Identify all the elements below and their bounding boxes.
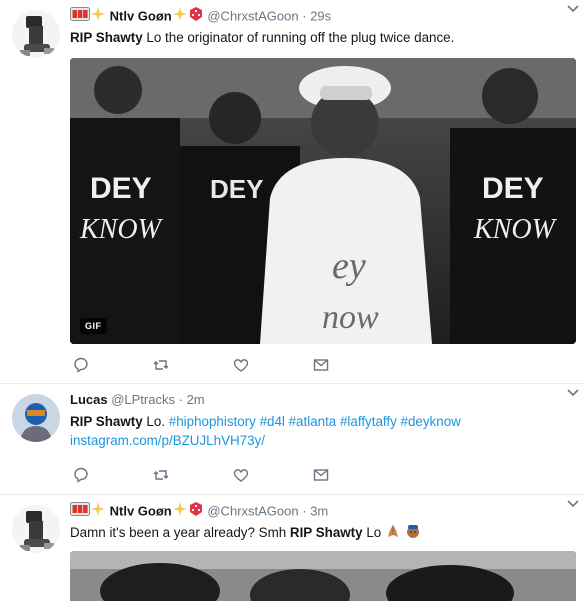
bold-text: RIP Shawty bbox=[70, 414, 143, 429]
tweet-content: Lucas @LPtracks · 2m RIP Shawty Lo. #hip… bbox=[70, 390, 574, 450]
like-icon[interactable] bbox=[232, 466, 252, 486]
tweet-content: Ntlv Goøn @ChrxstAGoon · 29s RIP Shawty … bbox=[70, 6, 574, 47]
shirt-text: DEY bbox=[90, 172, 152, 205]
man-face-emoji-icon bbox=[405, 523, 421, 544]
chevron-down-icon[interactable] bbox=[566, 4, 580, 14]
tweet-header: Ntlv Goøn @ChrxstAGoon · 29s bbox=[70, 6, 574, 26]
tweet-text: RIP Shawty Lo. #hiphophistory #d4l #atla… bbox=[70, 412, 574, 450]
bold-text: RIP Shawty bbox=[289, 525, 363, 541]
shirt-text: KNOW bbox=[473, 214, 558, 245]
shirt-text: DEY bbox=[482, 172, 544, 205]
separator: · bbox=[302, 8, 307, 24]
text-body: Lo the originator of running off the plu… bbox=[142, 30, 455, 45]
dice-emoji-icon bbox=[188, 501, 204, 523]
chevron-down-icon[interactable] bbox=[566, 388, 580, 398]
tweet-actions bbox=[70, 356, 370, 376]
reply-icon[interactable] bbox=[72, 356, 92, 376]
dice-emoji-icon bbox=[188, 6, 204, 28]
gif-badge: GIF bbox=[80, 318, 107, 334]
sparkles-emoji-icon bbox=[172, 6, 188, 28]
username[interactable]: @ChrxstAGoon bbox=[207, 503, 298, 518]
tweet-text: Damn it's been a year already? Smh RIP S… bbox=[70, 523, 574, 544]
separator: · bbox=[302, 503, 307, 519]
text-body: Lo. bbox=[142, 414, 169, 429]
tweet-content: Ntlv Goøn @ChrxstAGoon · 3m Damn it's be… bbox=[70, 501, 574, 544]
display-name[interactable]: Ntlv Goøn bbox=[110, 8, 172, 23]
avatar[interactable] bbox=[12, 10, 60, 58]
retweet-icon[interactable] bbox=[152, 356, 172, 376]
direct-message-icon[interactable] bbox=[312, 466, 332, 486]
tweet-actions bbox=[70, 466, 370, 486]
username[interactable]: @ChrxstAGoon bbox=[207, 8, 298, 23]
timestamp[interactable]: 2m bbox=[187, 392, 205, 407]
avatar[interactable] bbox=[12, 505, 60, 553]
timestamp[interactable]: 29s bbox=[310, 8, 331, 23]
avatar[interactable] bbox=[12, 394, 60, 442]
sparkles-emoji-icon bbox=[172, 501, 188, 523]
sparkles-emoji-icon bbox=[90, 6, 106, 28]
image-media[interactable] bbox=[70, 551, 576, 601]
praying-hands-emoji-icon bbox=[385, 523, 401, 544]
tweet-header: Ntlv Goøn @ChrxstAGoon · 3m bbox=[70, 501, 574, 521]
chevron-down-icon[interactable] bbox=[566, 499, 580, 509]
sparkles-emoji-icon bbox=[90, 501, 106, 523]
text-body: Lo bbox=[362, 525, 382, 541]
timestamp[interactable]: 3m bbox=[310, 503, 328, 518]
direct-message-icon[interactable] bbox=[312, 356, 332, 376]
separator: · bbox=[178, 392, 183, 407]
shirt-text: ey bbox=[332, 245, 366, 287]
instagram-link[interactable]: instagram.com/p/BZUJLhVH73y/ bbox=[70, 433, 265, 448]
slot-machine-emoji-icon bbox=[70, 7, 90, 27]
shirt-text: DEY bbox=[210, 174, 263, 204]
tweet[interactable]: Ntlv Goøn @ChrxstAGoon · 3m Damn it's be… bbox=[0, 495, 584, 601]
slot-machine-emoji-icon bbox=[70, 502, 90, 522]
display-name[interactable]: Ntlv Goøn bbox=[110, 503, 172, 518]
like-icon[interactable] bbox=[232, 356, 252, 376]
bold-text: RIP Shawty bbox=[70, 30, 143, 45]
hashtags[interactable]: #hiphophistory #d4l #atlanta #laffytaffy… bbox=[169, 414, 461, 429]
gif-media[interactable]: DEY KNOW DEY DEY KNOW ey now GIF bbox=[70, 58, 576, 344]
display-name[interactable]: Lucas bbox=[70, 392, 108, 407]
shirt-text: KNOW bbox=[79, 214, 164, 245]
text-body: Damn it's been a year already? Smh bbox=[70, 525, 290, 541]
username[interactable]: @LPtracks bbox=[111, 392, 175, 407]
tweet[interactable]: Ntlv Goøn @ChrxstAGoon · 29s RIP Shawty … bbox=[0, 0, 584, 384]
tweet-header: Lucas @LPtracks · 2m bbox=[70, 390, 574, 410]
tweet-text: RIP Shawty Lo the originator of running … bbox=[70, 28, 574, 47]
retweet-icon[interactable] bbox=[152, 466, 172, 486]
tweet[interactable]: Lucas @LPtracks · 2m RIP Shawty Lo. #hip… bbox=[0, 384, 584, 495]
reply-icon[interactable] bbox=[72, 466, 92, 486]
shirt-text: now bbox=[322, 299, 379, 336]
